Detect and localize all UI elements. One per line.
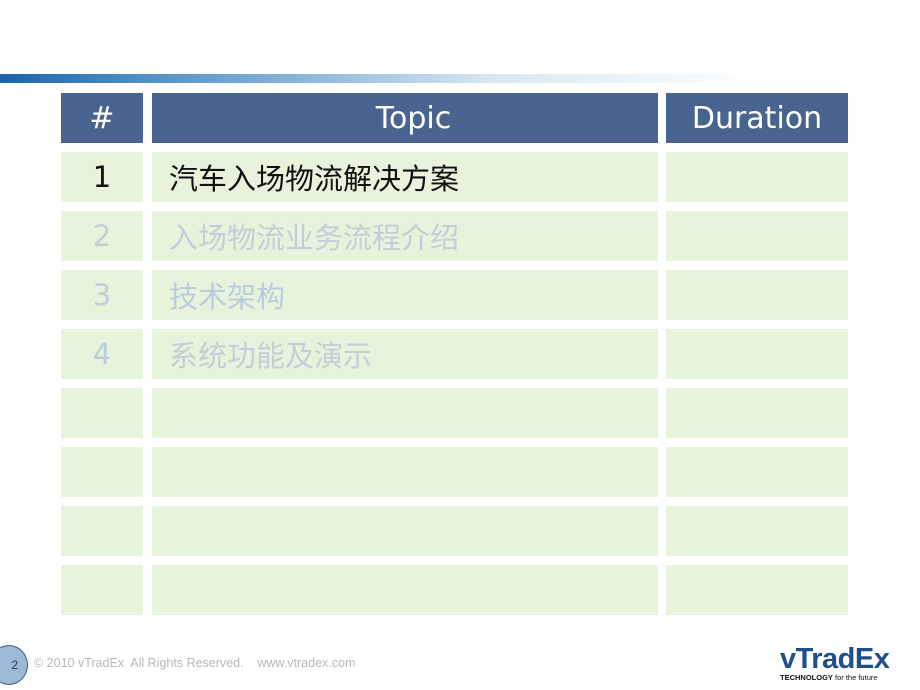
row-duration bbox=[666, 447, 848, 497]
row-duration bbox=[666, 506, 848, 556]
row-number: 4 bbox=[61, 329, 143, 379]
row-number bbox=[61, 565, 143, 615]
row-duration bbox=[666, 211, 848, 261]
row-duration bbox=[666, 152, 848, 202]
page-number-badge: 2 bbox=[0, 645, 28, 685]
logo-tagline: TECHNOLOGY for the future bbox=[780, 673, 878, 682]
row-topic bbox=[152, 565, 658, 615]
header-duration: Duration bbox=[666, 93, 848, 143]
row-topic bbox=[152, 388, 658, 438]
footer-copyright: © 2010 vTradEx All Rights Reserved. www.… bbox=[34, 656, 356, 670]
row-number: 2 bbox=[61, 211, 143, 261]
row-number bbox=[61, 506, 143, 556]
row-topic: 技术架构 bbox=[152, 270, 658, 320]
row-topic bbox=[152, 447, 658, 497]
row-number: 1 bbox=[61, 152, 143, 202]
row-number bbox=[61, 447, 143, 497]
row-duration bbox=[666, 565, 848, 615]
row-number: 3 bbox=[61, 270, 143, 320]
header-number: # bbox=[61, 93, 143, 143]
row-duration bbox=[666, 329, 848, 379]
row-topic: 汽车入场物流解决方案 bbox=[152, 152, 658, 202]
row-number bbox=[61, 388, 143, 438]
row-topic: 系统功能及演示 bbox=[152, 329, 658, 379]
row-topic bbox=[152, 506, 658, 556]
title-accent-bar bbox=[0, 74, 760, 83]
logo-wordmark: vTradEx bbox=[780, 643, 890, 675]
header-topic: Topic bbox=[152, 93, 658, 143]
row-topic: 入场物流业务流程介绍 bbox=[152, 211, 658, 261]
row-duration bbox=[666, 388, 848, 438]
page-number: 2 bbox=[11, 658, 18, 672]
row-duration bbox=[666, 270, 848, 320]
company-logo: vTradEx TECHNOLOGY for the future bbox=[780, 645, 915, 683]
